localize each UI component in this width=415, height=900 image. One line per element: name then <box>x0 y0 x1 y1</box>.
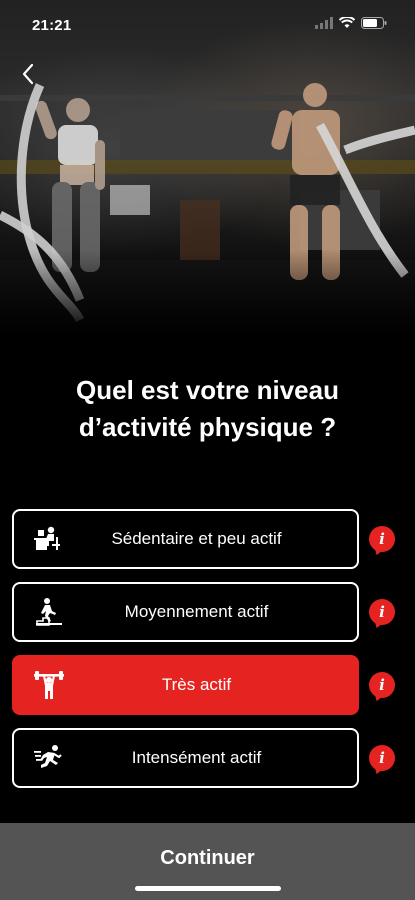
option-label-very-active: Très actif <box>161 675 232 694</box>
running-icon <box>34 743 64 773</box>
battery-icon <box>361 16 387 34</box>
option-very-active[interactable]: Très actif <box>12 655 359 715</box>
option-label-sedentary: Sédentaire et peu actif <box>111 529 282 548</box>
option-row-very-active: Très actif i <box>12 655 404 728</box>
status-bar: 21:21 <box>0 0 415 50</box>
status-icons <box>315 16 387 34</box>
option-moderate[interactable]: Moyennement actif <box>12 582 359 642</box>
option-row-moderate: Moyennement actif i <box>12 582 404 655</box>
desk-sitting-icon <box>34 524 64 554</box>
signal-icon <box>315 16 333 34</box>
continue-button[interactable]: Continuer <box>0 823 415 893</box>
wifi-icon <box>338 16 356 34</box>
activity-level-options: Sédentaire et peu actif i Moyennement ac… <box>12 509 404 801</box>
option-label-moderate: Moyennement actif <box>124 602 269 621</box>
back-button[interactable] <box>14 60 42 88</box>
gym-photo-illustration <box>0 83 415 335</box>
hero-image <box>0 0 415 335</box>
chevron-left-icon <box>22 63 34 85</box>
status-time: 21:21 <box>32 16 72 34</box>
info-icon-very-active[interactable]: i <box>369 672 395 698</box>
title-line-1: Quel est votre niveau <box>76 375 339 405</box>
option-row-sedentary: Sédentaire et peu actif i <box>12 509 404 582</box>
page-title: Quel est votre niveau d’activité physiqu… <box>0 372 415 446</box>
title-line-2: d’activité physique ? <box>78 412 337 442</box>
option-sedentary[interactable]: Sédentaire et peu actif <box>12 509 359 569</box>
weightlifting-icon <box>34 670 64 700</box>
info-icon-sedentary[interactable]: i <box>369 526 395 552</box>
option-row-intense: Intensément actif i <box>12 728 404 801</box>
info-icon-moderate[interactable]: i <box>369 599 395 625</box>
option-label-intense: Intensément actif <box>131 748 262 767</box>
stairs-walking-icon <box>34 597 64 627</box>
option-intense[interactable]: Intensément actif <box>12 728 359 788</box>
home-indicator <box>135 886 281 891</box>
info-icon-intense[interactable]: i <box>369 745 395 771</box>
